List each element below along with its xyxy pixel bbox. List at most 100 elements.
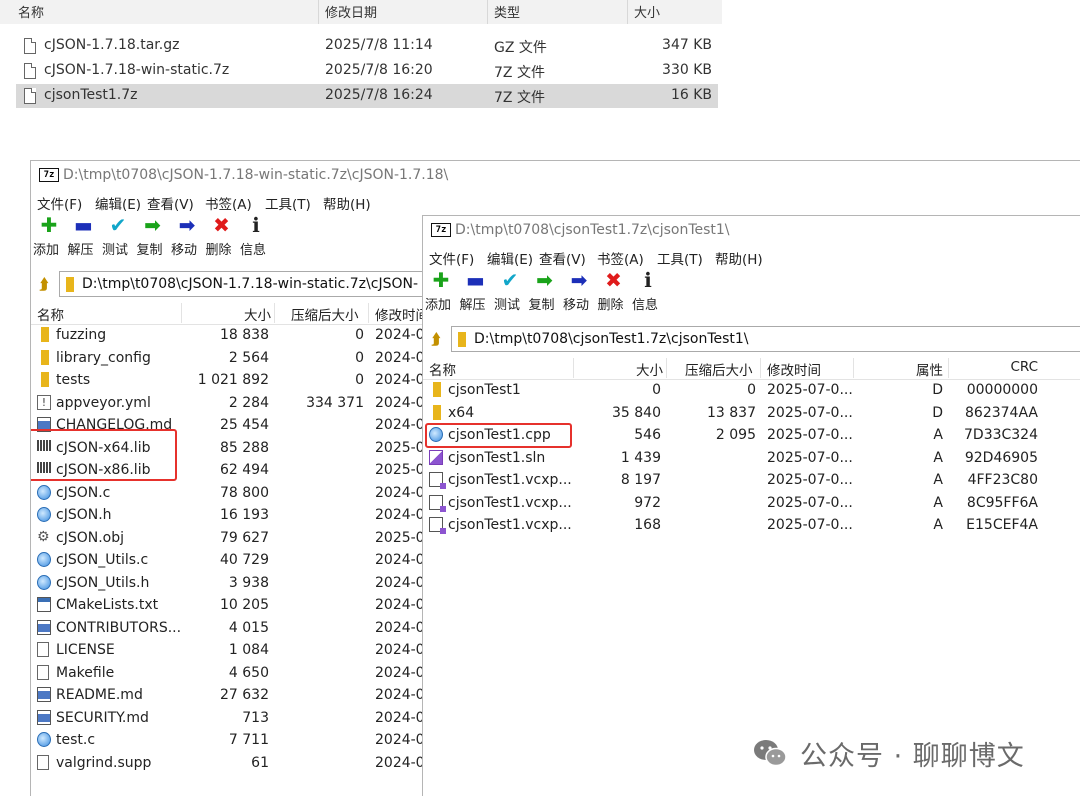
menu-item[interactable]: 工具(T)	[657, 248, 703, 268]
plus-icon: ✚	[432, 268, 450, 292]
toolbar-button-plus[interactable]: ✚ 添加	[425, 268, 455, 314]
menu-item[interactable]: 书签(A)	[205, 193, 252, 213]
toolbar-label: 测试	[494, 298, 521, 313]
file-row[interactable]: fuzzing 18 838 0 2024-0	[31, 325, 431, 348]
toolbar-button-delete[interactable]: ✖ 删除	[598, 268, 628, 314]
menu-item[interactable]: 帮助(H)	[715, 248, 763, 268]
file-row[interactable]: cjsonTest1.vcxp... 168 2025-07-0... A E15CEF…	[423, 515, 1080, 538]
menu-item[interactable]: 编辑(E)	[95, 193, 141, 213]
toolbar-button-check[interactable]: ✔ 测试	[494, 268, 524, 314]
column-name[interactable]: 名称	[37, 304, 64, 324]
folder-icon	[433, 382, 441, 397]
file-modified: 2024-0	[375, 732, 425, 748]
file-row[interactable]: cJSON.h 16 193 2024-0	[31, 505, 431, 528]
column-divider[interactable]	[487, 0, 488, 24]
column-size[interactable]: 大小	[181, 304, 271, 324]
path-field[interactable]: D:\tmp\t0708\cjsonTest1.7z\cjsonTest1\	[451, 326, 1080, 352]
file-row[interactable]: test.c 7 711 2024-0	[31, 730, 431, 753]
file-modified: 2024-0	[375, 394, 425, 411]
file-row[interactable]: valgrind.supp 61 2024-0	[31, 753, 431, 776]
file-date: 2025/7/8 11:14	[325, 37, 433, 53]
explorer-file-row[interactable]: cjsonTest1.7z 2025/7/8 16:24 7Z 文件 16 KB	[16, 84, 718, 108]
column-name[interactable]: 名称	[429, 359, 456, 379]
file-size: 25 454	[220, 417, 269, 433]
column-packed-size[interactable]: 压缩后大小	[685, 359, 753, 379]
file-size: 1 084	[228, 642, 269, 658]
toolbar-label: 测试	[102, 243, 129, 258]
folder-icon	[41, 372, 49, 387]
column-name[interactable]: 名称	[18, 2, 44, 21]
file-packed: 13 837	[707, 404, 756, 421]
toolbar-button-move-arrow[interactable]: ➡ 移动	[171, 213, 201, 259]
column-divider[interactable]	[318, 0, 319, 24]
column-type[interactable]: 类型	[494, 2, 520, 21]
up-folder-icon[interactable]: ⮭	[35, 275, 53, 293]
toolbar-button-plus[interactable]: ✚ 添加	[33, 213, 63, 259]
folder-icon	[41, 349, 49, 365]
column-date[interactable]: 修改日期	[325, 2, 377, 21]
menu-item[interactable]: 工具(T)	[265, 193, 311, 213]
file-row[interactable]: cjsonTest1.sln 1 439 2025-07-0... A 92D46905	[423, 448, 1080, 471]
file-row[interactable]: cjsonTest1 0 0 2025-07-0... D 00000000	[423, 380, 1080, 403]
column-size[interactable]: 大小	[634, 2, 660, 21]
menu-item[interactable]: 查看(V)	[147, 193, 194, 213]
title-bar[interactable]: 7z D:\tmp\t0708\cJSON-1.7.18-win-static.…	[31, 161, 1080, 191]
file-row[interactable]: tests 1 021 892 0 2024-0	[31, 370, 431, 393]
file-row[interactable]: cJSON_Utils.c 40 729 2024-0	[31, 550, 431, 573]
file-modified: 2024-0	[375, 597, 425, 613]
toolbar-button-move-arrow[interactable]: ➡ 移动	[563, 268, 593, 314]
path-field[interactable]: D:\tmp\t0708\cJSON-1.7.18-win-static.7z\…	[59, 271, 471, 297]
toolbar-button-info[interactable]: ℹ 信息	[632, 268, 662, 314]
column-crc[interactable]: CRC	[948, 359, 1038, 375]
file-size: 16 193	[220, 507, 269, 523]
toolbar-label: 删除	[205, 243, 232, 258]
file-row[interactable]: LICENSE 1 084 2024-0	[31, 640, 431, 663]
file-row[interactable]: cJSON_Utils.h 3 938 2024-0	[31, 573, 431, 596]
file-attr: A	[933, 472, 943, 488]
toolbar-button-minus[interactable]: ▬ 解压	[68, 213, 98, 259]
path-text: D:\tmp\t0708\cJSON-1.7.18-win-static.7z\…	[82, 276, 418, 292]
file-crc: E15CEF4A	[966, 517, 1038, 533]
file-row[interactable]: cjsonTest1.vcxp... 8 197 2025-07-0... A 4FF2…	[423, 470, 1080, 493]
explorer-file-row[interactable]: cJSON-1.7.18.tar.gz 2025/7/8 11:14 GZ 文件 34…	[16, 34, 718, 58]
file-row[interactable]: ! appveyor.yml 2 284 334 371 2024-0	[31, 393, 431, 416]
menu-item[interactable]: 查看(V)	[539, 248, 586, 268]
file-packed: 2 095	[715, 427, 756, 443]
file-icon	[24, 63, 36, 79]
file-row[interactable]: README.md 27 632 2024-0	[31, 685, 431, 708]
file-row[interactable]: SECURITY.md 713 2024-0	[31, 708, 431, 731]
toolbar-button-delete[interactable]: ✖ 删除	[206, 213, 236, 259]
column-modified[interactable]: 修改时间	[375, 304, 429, 324]
file-row[interactable]: CMakeLists.txt 10 205 2024-0	[31, 595, 431, 618]
7zip-logo-icon: 7z	[39, 168, 59, 182]
up-folder-icon[interactable]: ⮭	[427, 330, 445, 348]
explorer-file-row[interactable]: cJSON-1.7.18-win-static.7z 2025/7/8 16:20…	[16, 59, 718, 83]
toolbar-button-minus[interactable]: ▬ 解压	[460, 268, 490, 314]
file-row[interactable]: CONTRIBUTORS... 4 015 2024-0	[31, 618, 431, 641]
info-icon: ℹ	[644, 268, 652, 292]
minus-icon: ▬	[74, 213, 93, 237]
file-row[interactable]: x64 35 840 13 837 2025-07-0... D 862374AA	[423, 403, 1080, 426]
file-row[interactable]: ⚙ cJSON.obj 79 627 2025-0	[31, 528, 431, 551]
toolbar-button-copy-arrow[interactable]: ➡ 复制	[529, 268, 559, 314]
toolbar-button-info[interactable]: ℹ 信息	[240, 213, 270, 259]
column-packed-size[interactable]: 压缩后大小	[291, 304, 359, 324]
file-row[interactable]: cJSON.c 78 800 2024-0	[31, 483, 431, 506]
menu-item[interactable]: 帮助(H)	[323, 193, 371, 213]
menu-item[interactable]: 文件(F)	[37, 193, 82, 213]
file-name: LICENSE	[56, 642, 115, 658]
menu-item[interactable]: 书签(A)	[597, 248, 644, 268]
title-bar[interactable]: 7z D:\tmp\t0708\cjsonTest1.7z\cjsonTest1…	[423, 216, 1080, 246]
menu-item[interactable]: 编辑(E)	[487, 248, 533, 268]
column-modified[interactable]: 修改时间	[767, 359, 821, 379]
file-row[interactable]: Makefile 4 650 2024-0	[31, 663, 431, 686]
toolbar-button-copy-arrow[interactable]: ➡ 复制	[137, 213, 167, 259]
column-attributes[interactable]: 属性	[853, 359, 943, 379]
column-size[interactable]: 大小	[573, 359, 663, 379]
file-row[interactable]: library_config 2 564 0 2024-0	[31, 348, 431, 371]
toolbar-button-check[interactable]: ✔ 测试	[102, 213, 132, 259]
file-crc: 92D46905	[964, 449, 1038, 466]
file-row[interactable]: cjsonTest1.vcxp... 972 2025-07-0... A 8C95FF…	[423, 493, 1080, 516]
column-divider[interactable]	[627, 0, 628, 24]
menu-item[interactable]: 文件(F)	[429, 248, 474, 268]
